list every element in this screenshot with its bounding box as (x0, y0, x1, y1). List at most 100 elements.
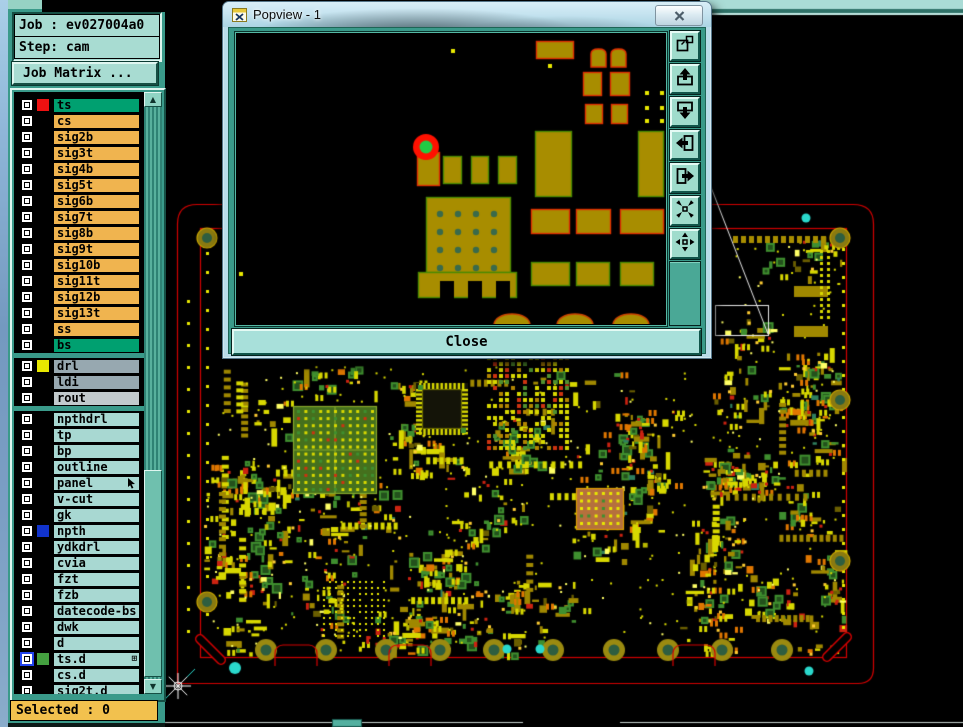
layer-visibility-checkbox[interactable] (20, 130, 34, 144)
layer-visibility-checkbox[interactable] (20, 444, 34, 458)
layer-visibility-checkbox[interactable] (20, 178, 34, 192)
layer-row-npth[interactable]: npth (14, 523, 144, 539)
layer-visibility-checkbox[interactable] (20, 338, 34, 352)
layer-row-gk[interactable]: gk (14, 507, 144, 523)
layer-name-field[interactable]: cs (53, 113, 140, 129)
popview-close-button[interactable] (655, 5, 703, 26)
layer-name-field[interactable]: ss (53, 321, 140, 337)
layer-visibility-checkbox[interactable] (20, 274, 34, 288)
layer-name-field[interactable]: v-cut (53, 491, 140, 507)
layer-visibility-checkbox[interactable] (20, 391, 34, 405)
layer-row-ldi[interactable]: ldi (14, 374, 144, 390)
layer-visibility-checkbox[interactable] (20, 620, 34, 634)
layer-row-sig2t.d[interactable]: sig2t.d (14, 683, 144, 694)
layer-color-swatch[interactable] (37, 323, 49, 335)
layer-row-d[interactable]: d (14, 635, 144, 651)
layer-row-rout[interactable]: rout (14, 390, 144, 406)
layer-row-sig5t[interactable]: sig5t (14, 177, 144, 193)
layer-color-swatch[interactable] (37, 429, 49, 441)
layer-row-ydkdrl[interactable]: ydkdrl (14, 539, 144, 555)
layer-color-swatch[interactable] (37, 413, 49, 425)
layer-color-swatch[interactable] (37, 131, 49, 143)
layer-row-v-cut[interactable]: v-cut (14, 491, 144, 507)
layer-visibility-checkbox[interactable] (20, 476, 34, 490)
layer-color-swatch[interactable] (37, 339, 49, 351)
layer-row-sig13t[interactable]: sig13t (14, 305, 144, 321)
layer-name-field[interactable]: d (53, 635, 140, 651)
layer-name-field[interactable]: npthdrl (53, 411, 140, 427)
pan-down-button[interactable] (669, 96, 701, 128)
layer-color-swatch[interactable] (37, 179, 49, 191)
layer-visibility-checkbox[interactable] (20, 242, 34, 256)
layer-name-field[interactable]: sig2b (53, 129, 140, 145)
detach-view-button[interactable] (669, 30, 701, 62)
layer-row-ts.d[interactable]: ts.d ⊞ (14, 651, 144, 667)
layer-color-swatch[interactable] (37, 227, 49, 239)
layer-color-swatch[interactable] (37, 376, 49, 388)
layer-row-tp[interactable]: tp (14, 427, 144, 443)
layer-color-swatch[interactable] (37, 669, 49, 681)
layer-name-field[interactable]: ts.d ⊞ (53, 651, 140, 667)
layer-name-field[interactable]: sig2t.d (53, 683, 140, 694)
layer-visibility-checkbox[interactable] (20, 572, 34, 586)
layer-visibility-checkbox[interactable] (20, 540, 34, 554)
layer-visibility-checkbox[interactable] (20, 492, 34, 506)
layer-color-swatch[interactable] (37, 685, 49, 694)
layer-visibility-checkbox[interactable] (20, 194, 34, 208)
layer-name-field[interactable]: tp (53, 427, 140, 443)
pan-up-button[interactable] (669, 63, 701, 95)
layer-visibility-checkbox[interactable] (20, 524, 34, 538)
layer-row-bp[interactable]: bp (14, 443, 144, 459)
layer-color-swatch[interactable] (37, 605, 49, 617)
layer-name-field[interactable]: bp (53, 443, 140, 459)
layer-visibility-checkbox[interactable] (20, 322, 34, 336)
layer-name-field[interactable]: datecode-bs (53, 603, 140, 619)
layer-color-swatch[interactable] (37, 445, 49, 457)
scrollbar-thumb[interactable] (144, 470, 162, 677)
layer-visibility-checkbox[interactable] (20, 359, 34, 373)
layer-visibility-checkbox[interactable] (20, 412, 34, 426)
pan-right-button[interactable] (669, 162, 701, 194)
layer-visibility-checkbox[interactable] (20, 114, 34, 128)
layer-row-sig6b[interactable]: sig6b (14, 193, 144, 209)
scroll-up-button[interactable]: ▲ (144, 92, 162, 107)
layer-color-swatch[interactable] (37, 493, 49, 505)
layer-name-field[interactable]: sig9t (53, 241, 140, 257)
layer-name-field[interactable]: sig8b (53, 225, 140, 241)
layer-row-ss[interactable]: ss (14, 321, 144, 337)
layer-color-swatch[interactable] (37, 589, 49, 601)
layer-row-sig7t[interactable]: sig7t (14, 209, 144, 225)
layer-row-sig9t[interactable]: sig9t (14, 241, 144, 257)
layer-row-sig4b[interactable]: sig4b (14, 161, 144, 177)
popview-titlebar[interactable]: Popview - 1 (223, 2, 711, 27)
layer-color-swatch[interactable] (37, 195, 49, 207)
layer-color-swatch[interactable] (37, 477, 49, 489)
layer-visibility-checkbox[interactable] (20, 375, 34, 389)
layer-row-cs[interactable]: cs (14, 113, 144, 129)
layer-row-ts[interactable]: ts (14, 97, 144, 113)
layer-visibility-checkbox[interactable] (20, 684, 34, 694)
layer-name-field[interactable]: ts (53, 97, 140, 113)
layer-visibility-checkbox[interactable] (20, 460, 34, 474)
layer-visibility-checkbox[interactable] (20, 98, 34, 112)
pan-left-button[interactable] (669, 129, 701, 161)
layer-color-swatch[interactable] (37, 653, 49, 665)
layer-visibility-checkbox[interactable] (20, 258, 34, 272)
layer-visibility-checkbox[interactable] (20, 226, 34, 240)
layer-color-swatch[interactable] (37, 360, 49, 372)
layer-name-field[interactable]: sig6b (53, 193, 140, 209)
layer-name-field[interactable]: sig10b (53, 257, 140, 273)
layer-visibility-checkbox[interactable] (20, 162, 34, 176)
layer-color-swatch[interactable] (37, 147, 49, 159)
popview-viewport-canvas[interactable] (237, 34, 665, 324)
layer-color-swatch[interactable] (37, 509, 49, 521)
layer-row-fzt[interactable]: fzt (14, 571, 144, 587)
layer-name-field[interactable]: ydkdrl (53, 539, 140, 555)
layer-visibility-checkbox[interactable] (20, 652, 34, 666)
layer-row-datecode-bs[interactable]: datecode-bs (14, 603, 144, 619)
scroll-down-button[interactable]: ▼ (144, 679, 162, 694)
job-matrix-button[interactable]: Job Matrix ... (11, 61, 159, 86)
layer-color-swatch[interactable] (37, 573, 49, 585)
layer-color-swatch[interactable] (37, 211, 49, 223)
layer-name-field[interactable]: cs.d (53, 667, 140, 683)
